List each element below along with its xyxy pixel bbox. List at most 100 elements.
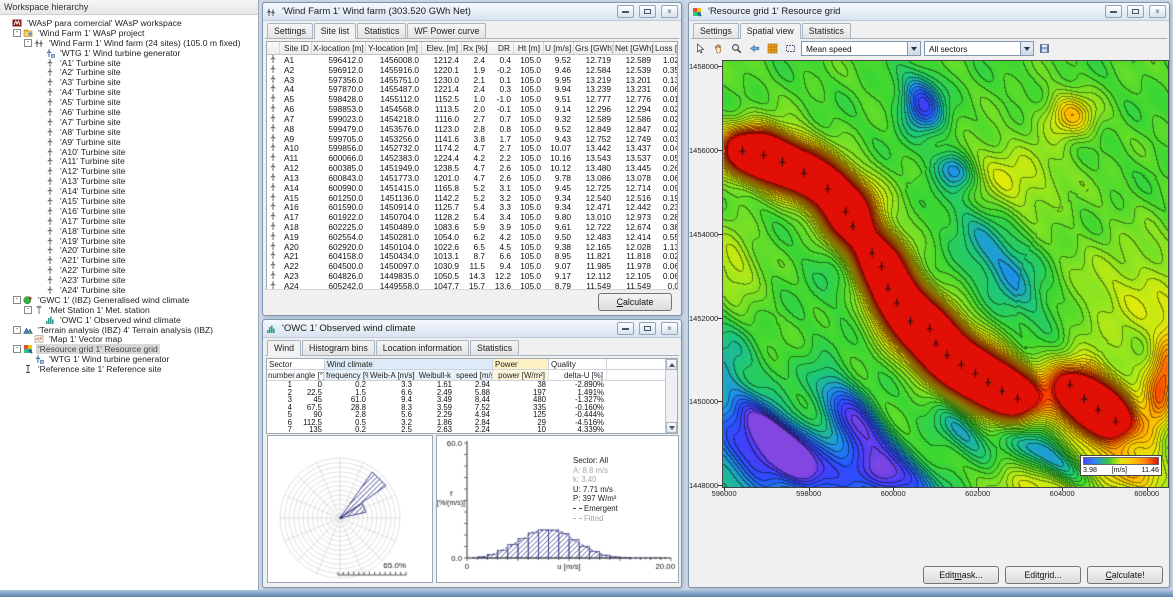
tree-item[interactable]: 'A14' Turbine site [0,186,258,196]
maximize-icon[interactable] [639,5,656,18]
tree-item[interactable]: -'Wind Farm 1' Wind farm (24 sites) (105… [0,38,258,48]
tree-item[interactable]: 'A17' Turbine site [0,216,258,226]
grid-view-icon[interactable] [765,41,780,56]
select-area-icon[interactable] [783,41,798,56]
tree-expander[interactable]: - [13,29,21,37]
tree-item[interactable]: 'A9' Turbine site [0,137,258,147]
variable-dropdown[interactable]: Mean speed [801,41,921,56]
tab-site-list[interactable]: Site list [314,23,356,39]
edit-mask--button[interactable]: Edit mask... [923,566,999,584]
tree-item[interactable]: 'A3' Turbine site [0,77,258,87]
tab-statistics[interactable]: Statistics [357,23,406,38]
table-row[interactable]: A16601590.01450914.01125.75.43.3105.09.3… [267,202,677,212]
table-row[interactable]: A17601922.01450704.01128.25.43.4105.09.8… [267,212,677,222]
wind-climate-table[interactable]: SectorWind climatePowerQualitynumberangl… [266,358,678,434]
table-row[interactable]: A21604158.01450434.01013.18.76.6105.08.9… [267,252,677,262]
tree-item[interactable]: -'Terrain analysis (IBZ) 4' Terrain anal… [0,325,258,335]
calculate-button[interactable]: Calculate [598,293,672,311]
table-row[interactable]: A4597870.01455487.01221.42.40.3105.09.94… [267,84,677,94]
table-row[interactable]: A2596912.01455916.01220.11.9-0.2105.09.4… [267,65,677,75]
calculate--button[interactable]: Calculate! [1087,566,1163,584]
tab-settings[interactable]: Settings [693,23,739,38]
close-icon[interactable]: × [661,322,678,335]
tree-item[interactable]: 'A15' Turbine site [0,196,258,206]
maximize-icon[interactable] [1127,5,1144,18]
tree-expander[interactable]: - [13,345,21,353]
tree-item[interactable]: 'A2' Turbine site [0,67,258,77]
tree-item[interactable]: 'OWC 1' Observed wind climate [0,315,258,325]
tree-expander[interactable]: - [13,296,21,304]
tree-item[interactable]: 'A19' Turbine site [0,236,258,246]
table-row[interactable]: A22604500.01450097.01030.911.59.4105.09.… [267,261,677,271]
tree-item[interactable]: 'A6' Turbine site [0,107,258,117]
tree-item[interactable]: 'Map 1' Vector map [0,335,258,345]
table-row[interactable]: A18602225.01450489.01083.65.93.9105.09.6… [267,222,677,232]
tree-item[interactable]: 'WTG 1' Wind turbine generator [0,354,258,364]
scroll-down-icon[interactable] [666,422,677,433]
tree-item[interactable]: -'GWC 1' (IBZ) Generalised wind climate [0,295,258,305]
export-icon[interactable] [1037,41,1052,56]
tree-item[interactable]: 'A10' Turbine site [0,147,258,157]
tree-item[interactable]: -'Wind Farm 1' WAsP project [0,28,258,38]
tree-item[interactable]: 'A12' Turbine site [0,166,258,176]
owc-titlebar[interactable]: 'OWC 1' Observed wind climate × [263,320,681,338]
table-row[interactable]: A11600066.01452383.01224.44.22.2105.010.… [267,153,677,163]
windfarm-titlebar[interactable]: 'Wind Farm 1' Wind farm (303.520 GWh Net… [263,3,681,21]
minimize-icon[interactable] [1105,5,1122,18]
back-arrow-icon[interactable] [747,41,762,56]
pointer-tool-icon[interactable] [693,41,708,56]
table-row[interactable]: A15601250.01451136.01142.25.23.2105.09.3… [267,193,677,203]
tree-item[interactable]: 'A5' Turbine site [0,97,258,107]
table-row[interactable]: A14600990.01451415.01165.85.23.1105.09.4… [267,183,677,193]
tree-item[interactable]: 'A4' Turbine site [0,87,258,97]
scroll-up-icon[interactable] [666,359,677,370]
tree-item[interactable]: 'Reference site 1' Reference site [0,364,258,374]
table-row[interactable]: A10599856.01452732.01174.24.72.7105.010.… [267,143,677,153]
resource-titlebar[interactable]: 'Resource grid 1' Resource grid × [689,3,1169,21]
tab-wf-power-curve[interactable]: WF Power curve [407,23,486,38]
tree-item[interactable]: 'A7' Turbine site [0,117,258,127]
tab-settings[interactable]: Settings [267,23,313,38]
maximize-icon[interactable] [639,322,656,335]
table-row[interactable]: A5598428.01455112.01152.51.0-1.0105.09.5… [267,94,677,104]
table-row[interactable]: A19602554.01450281.01054.06.24.2105.09.5… [267,232,677,242]
tree-item[interactable]: 'A21' Turbine site [0,255,258,265]
tree-item[interactable]: 'A24' Turbine site [0,285,258,295]
table-row[interactable]: A9599705.01453256.01141.63.81.7105.09.43… [267,134,677,144]
tree-item[interactable]: 'A23' Turbine site [0,275,258,285]
tree-item[interactable]: -'Met Station 1' Met. station [0,305,258,315]
tree-expander[interactable]: - [13,326,21,334]
tree-item[interactable]: 'A8' Turbine site [0,127,258,137]
table-row[interactable]: A8599479.01453576.01123.02.80.8105.09.52… [267,124,677,134]
tab-histogram-bins[interactable]: Histogram bins [302,340,375,355]
tab-statistics[interactable]: Statistics [470,340,519,355]
table-row[interactable]: 8157.50.22.62.022.29141.569% [267,434,677,435]
tab-statistics[interactable]: Statistics [802,23,851,38]
table-row[interactable]: A3597356.01455751.01230.02.10.1105.09.95… [267,75,677,85]
tree-item[interactable]: 'A1' Turbine site [0,58,258,68]
tree-item[interactable]: 'A16' Turbine site [0,206,258,216]
tree-item[interactable]: 'WTG 1' Wind turbine generator [0,48,258,58]
site-list-table[interactable]: Site IDX-location [m]Y-location [m]Elev.… [266,41,678,290]
tree-expander[interactable]: - [24,39,32,47]
edit-grid--button[interactable]: Edit grid... [1005,566,1081,584]
resource-map[interactable] [722,60,1169,488]
sector-dropdown[interactable]: All sectors [924,41,1034,56]
close-icon[interactable]: × [661,5,678,18]
tree-item[interactable]: -'Resource grid 1' Resource grid [0,344,258,354]
table-row[interactable]: A6598853.01454568.01113.52.0-0.1105.09.1… [267,104,677,114]
tab-spatial-view[interactable]: Spatial view [740,23,801,39]
pan-tool-icon[interactable] [711,41,726,56]
table-row[interactable]: A12600385.01451949.01238.54.72.6105.010.… [267,163,677,173]
tree-item[interactable]: 'A13' Turbine site [0,176,258,186]
table-row[interactable]: A1596412.01456008.01212.42.40.4105.09.52… [267,55,677,65]
tree-item[interactable]: 'A11' Turbine site [0,156,258,166]
tree-item[interactable]: 'A18' Turbine site [0,226,258,236]
table-row[interactable]: A20602920.01450104.01022.66.54.5105.09.3… [267,242,677,252]
table-row[interactable]: A7599023.01454218.01116.02.70.7105.09.32… [267,114,677,124]
tab-location-information[interactable]: Location information [376,340,469,355]
tree-expander[interactable]: - [24,306,32,314]
minimize-icon[interactable] [617,5,634,18]
zoom-tool-icon[interactable] [729,41,744,56]
table-row[interactable]: A23604826.01449835.01050.514.312.2105.09… [267,271,677,281]
